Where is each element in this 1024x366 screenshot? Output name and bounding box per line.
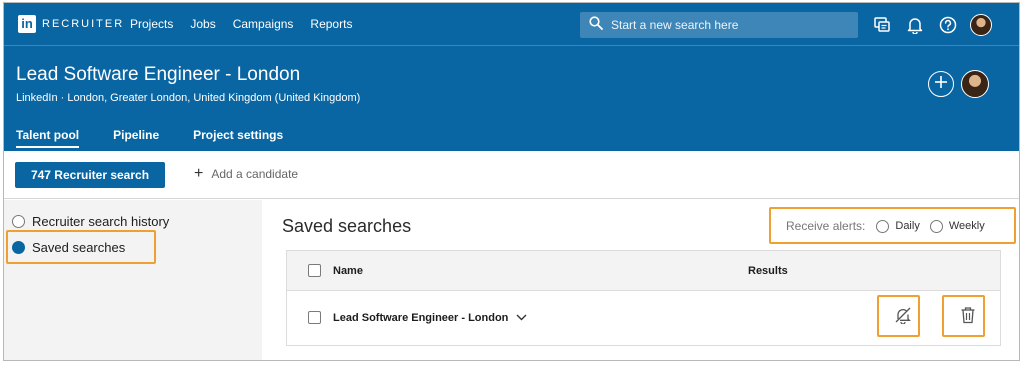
sidebar: Recruiter search history Saved searches — [4, 200, 262, 360]
highlight-receive-alerts — [769, 207, 1016, 244]
select-all-checkbox[interactable] — [308, 264, 321, 277]
linkedin-logo-icon: in — [18, 15, 36, 33]
column-header-results: Results — [748, 265, 788, 277]
nav-jobs[interactable]: Jobs — [190, 17, 215, 31]
linkedin-recruiter-logo[interactable]: in RECRUITER — [18, 15, 124, 33]
brand-name: RECRUITER — [42, 18, 125, 30]
nav-campaigns[interactable]: Campaigns — [233, 17, 294, 31]
saved-search-name[interactable]: Lead Software Engineer - London — [333, 312, 527, 324]
help-icon[interactable] — [937, 14, 959, 36]
plus-icon: + — [194, 165, 204, 182]
app-frame: in RECRUITER Projects Jobs Campaigns Rep… — [3, 2, 1020, 361]
column-header-name: Name — [333, 265, 363, 277]
action-bar: 747 Recruiter search + Add a candidate — [4, 151, 1019, 199]
messages-icon[interactable] — [871, 14, 893, 36]
tab-project-settings[interactable]: Project settings — [193, 128, 283, 148]
project-tabs: Talent pool Pipeline Project settings — [16, 128, 317, 148]
row-checkbox[interactable] — [308, 311, 321, 324]
project-owner-avatar[interactable] — [961, 70, 989, 98]
main-nav: Projects Jobs Campaigns Reports — [130, 17, 369, 31]
tab-pipeline[interactable]: Pipeline — [113, 128, 159, 148]
search-icon — [589, 15, 603, 35]
nav-reports[interactable]: Reports — [310, 17, 352, 31]
table-header: Name Results — [287, 251, 1000, 291]
top-nav: in RECRUITER Projects Jobs Campaigns Rep… — [4, 3, 1019, 46]
project-subtitle: LinkedIn · London, Greater London, Unite… — [16, 92, 361, 104]
highlight-delete — [942, 295, 985, 337]
bell-icon[interactable] — [904, 14, 926, 36]
project-header: Lead Software Engineer - London LinkedIn… — [4, 46, 1019, 151]
recruiter-search-button[interactable]: 747 Recruiter search — [15, 162, 165, 188]
add-button[interactable] — [928, 71, 954, 97]
saved-search-label: Lead Software Engineer - London — [333, 312, 509, 324]
search-input[interactable] — [611, 18, 841, 32]
avatar[interactable] — [970, 14, 992, 36]
search-bar[interactable] — [580, 12, 858, 38]
chevron-down-icon[interactable] — [516, 312, 527, 324]
add-candidate-button[interactable]: + Add a candidate — [194, 165, 299, 182]
page-title: Lead Software Engineer - London — [16, 64, 301, 85]
nav-icons — [871, 14, 992, 36]
section-title: Saved searches — [282, 216, 412, 236]
sidebar-item-search-history[interactable]: Recruiter search history — [12, 214, 169, 229]
add-candidate-label: Add a candidate — [211, 167, 299, 181]
plus-icon — [934, 75, 948, 94]
sidebar-item-label: Recruiter search history — [32, 214, 170, 229]
highlight-saved-searches — [6, 230, 156, 264]
nav-projects[interactable]: Projects — [130, 17, 173, 31]
highlight-mute-alerts — [877, 295, 920, 337]
tab-talent-pool[interactable]: Talent pool — [16, 128, 80, 148]
radio-icon — [12, 215, 25, 228]
